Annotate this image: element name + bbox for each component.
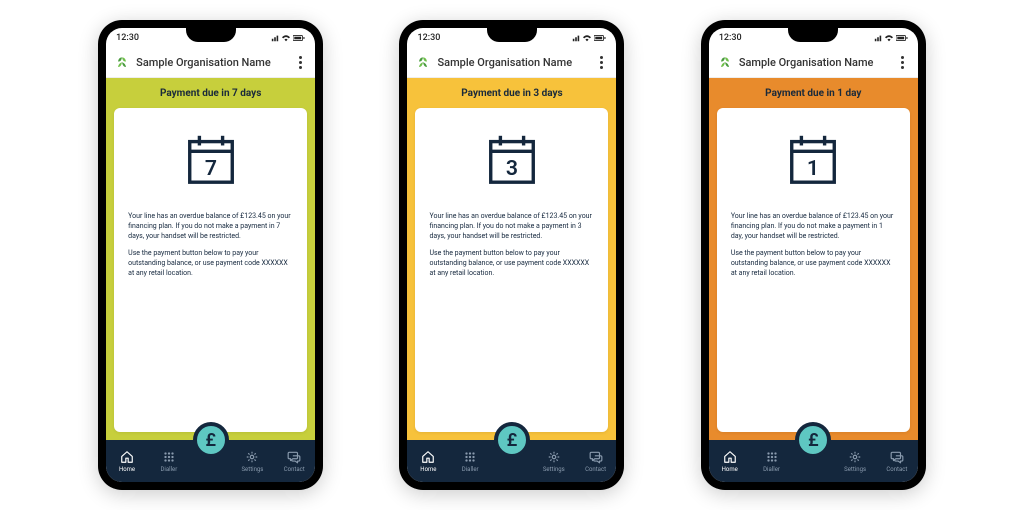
nav-settings[interactable]: Settings	[533, 440, 575, 482]
nav-contact[interactable]: Contact	[273, 440, 315, 482]
nav-dialler-label: Dialler	[763, 466, 780, 473]
bottom-nav: £ Home Dialler Settings Contact	[106, 440, 315, 482]
svg-text:7: 7	[205, 156, 217, 181]
phone-mock-2: 12:30 Sample Organisation Name Payment d…	[701, 20, 926, 490]
bottom-nav: £ Home Dialler Settings Contact	[407, 440, 616, 482]
pound-icon: £	[507, 430, 518, 451]
content-wrap: 1 Your line has an overdue balance of £1…	[709, 108, 918, 440]
svg-text:3: 3	[506, 156, 518, 181]
status-icons	[572, 34, 606, 42]
calendar-icon: 1	[784, 130, 842, 192]
banner-text: Payment due in 7 days	[160, 88, 261, 99]
org-logo-icon	[114, 55, 130, 71]
nav-settings-label: Settings	[241, 466, 263, 473]
payment-card: 7 Your line has an overdue balance of £1…	[114, 108, 307, 432]
notch	[788, 28, 838, 42]
status-time: 12:30	[719, 33, 742, 43]
overdue-message-p1: Your line has an overdue balance of £123…	[128, 212, 293, 241]
nav-dialler[interactable]: Dialler	[148, 440, 190, 482]
notch	[186, 28, 236, 42]
nav-contact-label: Contact	[886, 466, 907, 473]
screen: 12:30 Sample Organisation Name Payment d…	[106, 28, 315, 482]
payment-fab-button[interactable]: £	[193, 422, 229, 458]
app-title: Sample Organisation Name	[739, 56, 890, 69]
screen: 12:30 Sample Organisation Name Payment d…	[709, 28, 918, 482]
nav-contact-label: Contact	[585, 466, 606, 473]
payment-due-banner: Payment due in 1 day	[709, 78, 918, 108]
content-wrap: 3 Your line has an overdue balance of £1…	[407, 108, 616, 440]
overflow-menu-button[interactable]	[594, 56, 608, 69]
app-title: Sample Organisation Name	[136, 56, 287, 69]
payment-due-banner: Payment due in 7 days	[106, 78, 315, 108]
payment-fab-button[interactable]: £	[494, 422, 530, 458]
payment-due-banner: Payment due in 3 days	[407, 78, 616, 108]
svg-text:1: 1	[807, 156, 819, 181]
nav-home-label: Home	[722, 466, 738, 473]
bottom-nav: £ Home Dialler Settings Contact	[709, 440, 918, 482]
calendar-icon: 7	[182, 130, 240, 192]
phone-mock-0: 12:30 Sample Organisation Name Payment d…	[98, 20, 323, 490]
screen: 12:30 Sample Organisation Name Payment d…	[407, 28, 616, 482]
nav-dialler-label: Dialler	[462, 466, 479, 473]
phone-mock-1: 12:30 Sample Organisation Name Payment d…	[399, 20, 624, 490]
nav-settings-label: Settings	[844, 466, 866, 473]
app-title: Sample Organisation Name	[437, 56, 588, 69]
nav-contact-label: Contact	[284, 466, 305, 473]
org-logo-icon	[717, 55, 733, 71]
overflow-menu-button[interactable]	[293, 56, 307, 69]
nav-home[interactable]: Home	[407, 440, 449, 482]
nav-settings[interactable]: Settings	[834, 440, 876, 482]
nav-home[interactable]: Home	[106, 440, 148, 482]
pound-icon: £	[808, 430, 819, 451]
overflow-menu-button[interactable]	[896, 56, 910, 69]
overdue-message-p2: Use the payment button below to pay your…	[128, 249, 293, 278]
status-icons	[874, 34, 908, 42]
nav-home-label: Home	[119, 466, 135, 473]
overdue-message-p2: Use the payment button below to pay your…	[429, 249, 594, 278]
payment-card: 3 Your line has an overdue balance of £1…	[415, 108, 608, 432]
nav-settings-label: Settings	[543, 466, 565, 473]
banner-text: Payment due in 1 day	[765, 88, 861, 99]
status-icons	[271, 34, 305, 42]
overdue-message-p2: Use the payment button below to pay your…	[731, 249, 896, 278]
nav-dialler[interactable]: Dialler	[449, 440, 491, 482]
pound-icon: £	[205, 430, 216, 451]
nav-contact[interactable]: Contact	[575, 440, 617, 482]
app-bar: Sample Organisation Name	[106, 48, 315, 78]
app-bar: Sample Organisation Name	[407, 48, 616, 78]
status-time: 12:30	[116, 33, 139, 43]
overdue-message-p1: Your line has an overdue balance of £123…	[429, 212, 594, 241]
banner-text: Payment due in 3 days	[461, 88, 562, 99]
calendar-icon: 3	[483, 130, 541, 192]
nav-dialler[interactable]: Dialler	[751, 440, 793, 482]
nav-settings[interactable]: Settings	[232, 440, 274, 482]
payment-card: 1 Your line has an overdue balance of £1…	[717, 108, 910, 432]
payment-fab-button[interactable]: £	[795, 422, 831, 458]
nav-contact[interactable]: Contact	[876, 440, 918, 482]
app-bar: Sample Organisation Name	[709, 48, 918, 78]
nav-home-label: Home	[420, 466, 436, 473]
nav-dialler-label: Dialler	[160, 466, 177, 473]
overdue-message-p1: Your line has an overdue balance of £123…	[731, 212, 896, 241]
nav-home[interactable]: Home	[709, 440, 751, 482]
org-logo-icon	[415, 55, 431, 71]
status-time: 12:30	[417, 33, 440, 43]
notch	[487, 28, 537, 42]
content-wrap: 7 Your line has an overdue balance of £1…	[106, 108, 315, 440]
